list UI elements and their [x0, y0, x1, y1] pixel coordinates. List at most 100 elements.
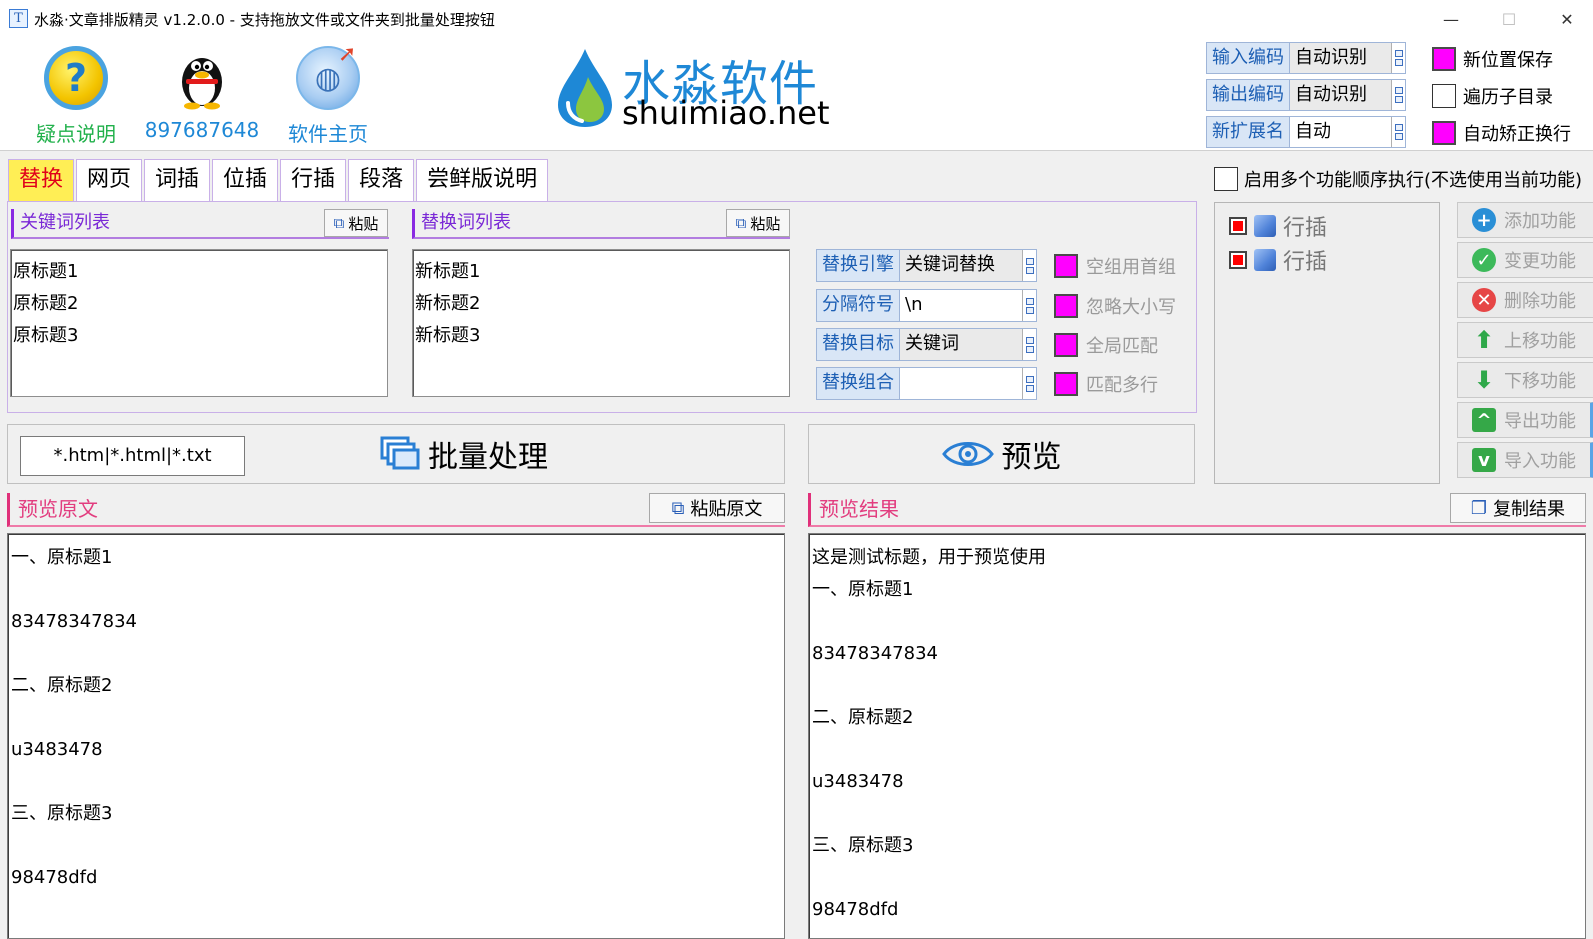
checkbox[interactable] — [1054, 294, 1078, 318]
change-function-button[interactable]: ✓ 变更功能 — [1457, 242, 1593, 278]
setting-value[interactable]: 关键词 — [900, 329, 1022, 360]
spinner-icon[interactable] — [1391, 117, 1405, 147]
function-list[interactable]: 行插 行插 — [1214, 202, 1440, 484]
paste-source-button[interactable]: ⧉ 粘贴原文 — [649, 493, 785, 523]
import-function-button[interactable]: v 导入功能 — [1457, 442, 1593, 478]
keyword-list[interactable]: 原标题1 原标题2 原标题3 — [10, 249, 388, 397]
checkbox[interactable] — [1432, 47, 1456, 71]
arrow-icon: ➚ — [338, 42, 357, 67]
spinner-icon[interactable] — [1022, 250, 1036, 281]
function-item[interactable]: 行插 — [1215, 209, 1439, 243]
multiline-match-option[interactable]: 匹配多行 — [1054, 371, 1158, 397]
input-encoding-select[interactable]: 输入编码 自动识别 — [1206, 42, 1406, 74]
output-encoding-label: 输出编码 — [1207, 80, 1290, 110]
empty-use-first-option[interactable]: 空组用首组 — [1054, 253, 1176, 279]
help-label[interactable]: 疑点说明 — [16, 118, 136, 147]
auto-fix-linebreak-option[interactable]: 自动矫正换行 — [1432, 120, 1571, 146]
spinner-icon[interactable] — [1022, 290, 1036, 321]
tab-beta-info[interactable]: 尝鲜版说明 — [416, 159, 549, 201]
qq-label[interactable]: 897687648 — [142, 118, 262, 142]
checkbox[interactable] — [1229, 251, 1247, 269]
list-item[interactable]: 原标题3 — [13, 320, 385, 352]
new-extension-value[interactable]: 自动 — [1290, 117, 1391, 147]
homepage-link[interactable]: ➚ ◍ 软件主页 — [268, 42, 388, 147]
text-line — [11, 702, 781, 734]
save-new-location-option[interactable]: 新位置保存 — [1432, 46, 1553, 72]
qq-penguin-graphic — [182, 58, 222, 110]
help-link[interactable]: ? 疑点说明 — [16, 46, 136, 147]
output-encoding-select[interactable]: 输出编码 自动识别 — [1206, 79, 1406, 111]
setting-value[interactable]: 关键词替换 — [900, 250, 1022, 281]
homepage-label[interactable]: 软件主页 — [268, 118, 388, 147]
list-item[interactable]: 原标题1 — [13, 256, 385, 288]
new-extension-label: 新扩展名 — [1207, 117, 1290, 147]
move-down-function-button[interactable]: ⬇ 下移功能 — [1457, 362, 1593, 398]
option-label: 启用多个功能顺序执行(不选使用当前功能) — [1244, 170, 1583, 191]
text-line: 三、原标题3 — [11, 803, 113, 824]
replace-paste-button[interactable]: ⧉ 粘贴 — [726, 209, 790, 237]
setting-label: 替换组合 — [817, 368, 900, 399]
setting-value[interactable]: \n — [900, 290, 1022, 321]
window-title: 水淼·文章排版精灵 v1.2.0.0 - 支持拖放文件或文件夹到批量处理按钮 — [34, 11, 495, 29]
global-match-option[interactable]: 全局匹配 — [1054, 332, 1158, 358]
copy-result-button[interactable]: ❐ 复制结果 — [1450, 493, 1586, 523]
replace-target-select[interactable]: 替换目标 关键词 — [816, 328, 1037, 361]
ignore-case-option[interactable]: 忽略大小写 — [1054, 293, 1176, 319]
preview-button[interactable]: 预览 — [808, 424, 1195, 484]
source-textarea[interactable]: 一、原标题1 83478347834 二、原标题2 u3483478 三、原标题… — [7, 533, 785, 939]
checkbox[interactable] — [1054, 372, 1078, 396]
spinner-icon[interactable] — [1391, 80, 1405, 110]
spinner-icon[interactable] — [1391, 43, 1405, 73]
text-line — [812, 670, 1582, 702]
separator-input[interactable]: 分隔符号 \n — [816, 289, 1037, 322]
output-encoding-value[interactable]: 自动识别 — [1290, 80, 1391, 110]
checkbox[interactable] — [1214, 167, 1238, 191]
export-function-button[interactable]: ^ 导出功能 — [1457, 402, 1593, 438]
option-label: 忽略大小写 — [1086, 297, 1176, 318]
traverse-subdirs-option[interactable]: 遍历子目录 — [1432, 83, 1553, 109]
paste-icon: ⧉ — [735, 214, 747, 232]
checkbox[interactable] — [1054, 333, 1078, 357]
move-up-function-button[interactable]: ⬆ 上移功能 — [1457, 322, 1593, 358]
tab-position-insert[interactable]: 位插 — [212, 159, 279, 201]
enable-multi-function-option[interactable]: 启用多个功能顺序执行(不选使用当前功能) — [1214, 166, 1582, 192]
arrow-up-icon: ⬆ — [1473, 326, 1495, 354]
export-icon: ^ — [1472, 408, 1496, 432]
maximize-button[interactable]: ☐ — [1483, 0, 1535, 38]
function-item[interactable]: 行插 — [1215, 243, 1439, 277]
text-line: 二、原标题2 — [812, 707, 914, 728]
tab-replace[interactable]: 替换 — [8, 159, 75, 201]
delete-function-button[interactable]: ✕ 删除功能 — [1457, 282, 1593, 318]
result-textarea[interactable]: 这是测试标题，用于预览使用 一、原标题1 83478347834 二、原标题2 … — [808, 533, 1586, 939]
list-item[interactable]: 新标题3 — [415, 320, 787, 352]
qq-link[interactable]: 897687648 — [142, 46, 262, 142]
tab-word-insert[interactable]: 词插 — [144, 159, 211, 201]
add-function-button[interactable]: + 添加功能 — [1457, 202, 1593, 238]
replace-combo-input[interactable]: 替换组合 — [816, 367, 1037, 400]
spinner-icon[interactable] — [1022, 329, 1036, 360]
tab-webpage[interactable]: 网页 — [76, 159, 143, 201]
list-item[interactable]: 新标题1 — [415, 256, 787, 288]
list-item[interactable]: 新标题2 — [415, 288, 787, 320]
close-button[interactable]: ✕ — [1541, 0, 1593, 38]
tab-line-insert[interactable]: 行插 — [280, 159, 347, 201]
input-encoding-value[interactable]: 自动识别 — [1290, 43, 1391, 73]
function-item-label: 行插 — [1283, 216, 1328, 241]
keyword-paste-button[interactable]: ⧉ 粘贴 — [324, 209, 388, 237]
checkbox[interactable] — [1229, 217, 1247, 235]
checkbox[interactable] — [1432, 84, 1456, 108]
minimize-button[interactable]: — — [1425, 0, 1477, 38]
input-encoding-label: 输入编码 — [1207, 43, 1290, 73]
tab-paragraph[interactable]: 段落 — [348, 159, 415, 201]
extensions-input[interactable]: *.htm|*.html|*.txt — [20, 436, 245, 476]
spinner-icon[interactable] — [1022, 368, 1036, 399]
replace-list[interactable]: 新标题1 新标题2 新标题3 — [412, 249, 790, 397]
penguin-icon — [170, 46, 234, 110]
checkbox[interactable] — [1054, 254, 1078, 278]
list-item[interactable]: 原标题2 — [13, 288, 385, 320]
replace-engine-select[interactable]: 替换引擎 关键词替换 — [816, 249, 1037, 282]
new-extension-select[interactable]: 新扩展名 自动 — [1206, 116, 1406, 148]
checkbox[interactable] — [1432, 121, 1456, 145]
setting-value[interactable] — [900, 368, 1022, 399]
text-line — [11, 574, 781, 606]
